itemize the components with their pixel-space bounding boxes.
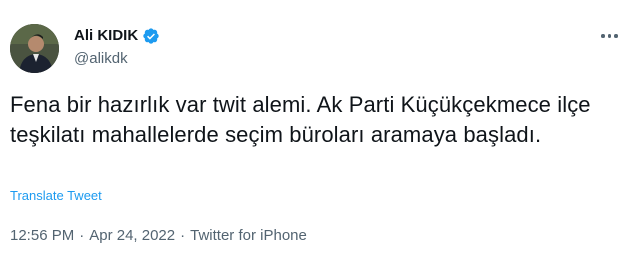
meta-separator: ·: [180, 227, 186, 244]
author-name-row: Ali KIDIK: [74, 25, 160, 47]
author-display-name[interactable]: Ali KIDIK: [74, 26, 138, 46]
meta-separator: ·: [79, 227, 85, 244]
verified-badge-icon: [142, 27, 160, 45]
avatar[interactable]: [10, 24, 59, 73]
tweet-card: Ali KIDIK @alikdk Fena bir hazırlık var …: [0, 0, 634, 259]
more-options-button[interactable]: [598, 26, 624, 46]
tweet-metadata: 12:56 PM · Apr 24, 2022 · Twitter for iP…: [10, 226, 307, 246]
tweet-date[interactable]: Apr 24, 2022: [89, 226, 175, 246]
author-handle[interactable]: @alikdk: [74, 49, 128, 69]
avatar-photo-icon: [10, 24, 59, 73]
tweet-text: Fena bir hazırlık var twit alemi. Ak Par…: [10, 92, 591, 147]
tweet-time[interactable]: 12:56 PM: [10, 226, 74, 246]
tweet-source[interactable]: Twitter for iPhone: [190, 226, 307, 246]
more-options-icon: [598, 26, 624, 46]
translate-tweet-link[interactable]: Translate Tweet: [10, 188, 102, 204]
